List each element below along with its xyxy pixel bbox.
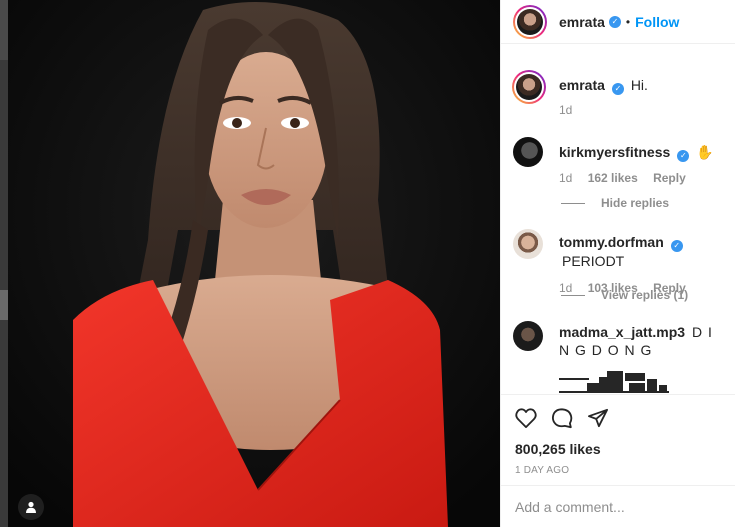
user-tag-icon bbox=[26, 501, 36, 513]
post-image bbox=[8, 0, 500, 527]
header-avatar[interactable] bbox=[513, 4, 547, 39]
hide-replies-toggle[interactable]: Hide replies bbox=[561, 196, 669, 210]
post-photo-area[interactable] bbox=[0, 0, 500, 527]
verified-icon: ✓ bbox=[677, 150, 690, 162]
add-comment-box bbox=[501, 485, 735, 527]
header-username[interactable]: emrata bbox=[559, 14, 605, 30]
comment-item: tommy.dorfman ✓ PERIODT 1d 103 likes Repl… bbox=[501, 229, 735, 297]
share-icon[interactable] bbox=[587, 408, 609, 428]
comment-username[interactable]: tommy.dorfman bbox=[559, 234, 664, 250]
comment-age[interactable]: 1d bbox=[559, 171, 572, 185]
comment-item: madma_x_jatt.mp3 D I N G D O N G bbox=[501, 321, 735, 394]
comment-text: ✋ bbox=[696, 144, 714, 160]
caption-text: Hi. bbox=[630, 77, 648, 93]
post-header: emrata ✓ • Follow bbox=[501, 0, 735, 44]
user-tag-button[interactable] bbox=[18, 494, 44, 520]
follow-button[interactable]: Follow bbox=[635, 14, 679, 30]
replies-divider bbox=[561, 294, 585, 296]
post-sidebar: emrata ✓ • Follow emrata ✓ Hi. 1d kirkmye… bbox=[500, 0, 735, 527]
verified-icon: ✓ bbox=[608, 15, 621, 28]
comment-avatar[interactable] bbox=[513, 137, 543, 167]
comment-avatar[interactable] bbox=[513, 321, 543, 351]
caption-age[interactable]: 1d bbox=[559, 103, 572, 117]
verified-icon: ✓ bbox=[611, 83, 624, 95]
comment-avatar[interactable] bbox=[513, 229, 543, 259]
view-replies-toggle[interactable]: View replies (1) bbox=[561, 288, 688, 302]
verified-icon: ✓ bbox=[670, 240, 683, 252]
comment-text: PERIODT bbox=[562, 253, 625, 269]
reply-button[interactable]: Reply bbox=[653, 171, 686, 185]
post-timestamp[interactable]: 1 day ago bbox=[515, 465, 724, 476]
likes-count[interactable]: 800,265 likes bbox=[515, 441, 724, 457]
caption-username[interactable]: emrata bbox=[559, 77, 605, 93]
comments-list[interactable]: emrata ✓ Hi. 1d kirkmyersfitness ✓ ✋ 1d 16… bbox=[501, 54, 735, 394]
comment-likes[interactable]: 162 likes bbox=[588, 171, 638, 185]
replies-divider bbox=[561, 202, 585, 204]
ascii-art-text bbox=[559, 369, 724, 394]
heart-icon[interactable] bbox=[515, 408, 537, 428]
comment-item: kirkmyersfitness ✓ ✋ 1d 162 likes Reply bbox=[501, 137, 735, 187]
caption-avatar[interactable] bbox=[512, 70, 546, 104]
comment-icon[interactable] bbox=[551, 407, 573, 429]
left-background-strip bbox=[0, 0, 8, 527]
replies-toggle-label: View replies (1) bbox=[601, 288, 689, 302]
header-separator: • bbox=[625, 14, 631, 29]
replies-toggle-label: Hide replies bbox=[601, 196, 670, 210]
comment-username[interactable]: kirkmyersfitness bbox=[559, 144, 670, 160]
comment-username[interactable]: madma_x_jatt.mp3 bbox=[559, 324, 685, 340]
caption: emrata ✓ Hi. 1d bbox=[501, 70, 735, 119]
post-actions: 800,265 likes 1 day ago bbox=[501, 394, 735, 476]
add-comment-input[interactable] bbox=[515, 498, 715, 515]
